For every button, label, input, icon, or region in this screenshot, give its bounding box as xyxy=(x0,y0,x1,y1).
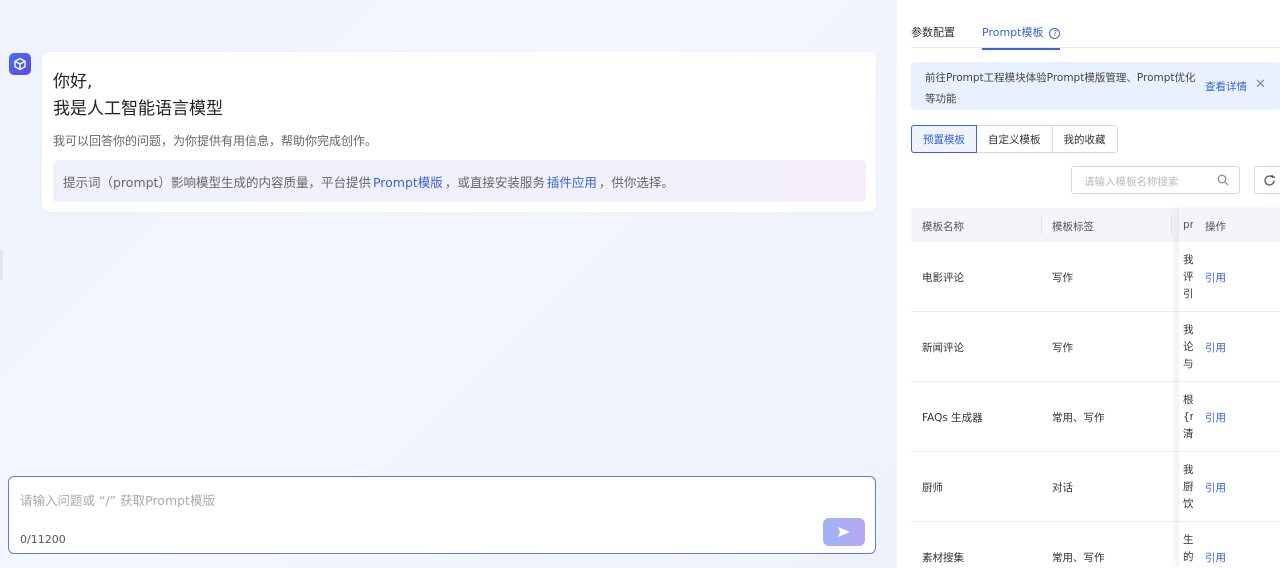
template-name: 素材搜集 xyxy=(922,552,964,564)
greeting-line-2: 我是人工智能语言模型 xyxy=(53,99,223,119)
template-search-input[interactable]: 请输入模板名称搜索 xyxy=(1071,166,1240,194)
search-icon[interactable] xyxy=(1217,174,1229,186)
cite-button[interactable]: 引用 xyxy=(1205,480,1226,495)
prompt-panel: 参数配置 Prompt模板? 前往Prompt工程模块体验Prompt模版管理、… xyxy=(897,0,1280,568)
template-name: 新闻评论 xyxy=(922,342,964,354)
col-header-action: 操作 xyxy=(1205,221,1226,233)
segment-custom[interactable]: 自定义模板 xyxy=(976,125,1053,153)
welcome-card: 你好, 我是人工智能语言模型 我可以回答你的问题，为你提供有用信息，帮助你完成创… xyxy=(42,52,876,212)
template-prompt: 我论与 xyxy=(1183,324,1193,370)
refresh-icon xyxy=(1263,174,1275,186)
table-row: FAQs 生成器 常用、写作 根{n清 引用 xyxy=(911,382,1280,452)
col-header-tags: 模板标签 xyxy=(1052,221,1094,233)
plugin-app-link[interactable]: 插件应用 xyxy=(547,172,597,191)
template-name: FAQs 生成器 xyxy=(922,412,983,424)
tip-suffix: ，供你选择。 xyxy=(598,174,674,190)
search-placeholder: 请输入模板名称搜索 xyxy=(1084,176,1179,188)
tip-middle: ，或直接安装服务 xyxy=(444,174,545,190)
chat-area: 你好, 我是人工智能语言模型 我可以回答你的问题，为你提供有用信息，帮助你完成创… xyxy=(0,0,897,568)
cite-button[interactable]: 引用 xyxy=(1205,410,1226,425)
tabs-divider xyxy=(911,47,1280,48)
col-header-prompt: pr xyxy=(1183,219,1193,231)
table-row: 新闻评论 写作 我论与 引用 xyxy=(911,312,1280,382)
notice-text: 前往Prompt工程模块体验Prompt模版管理、Prompt优化等功能 xyxy=(925,72,1196,105)
template-tags: 写作 xyxy=(1052,272,1073,284)
send-button[interactable] xyxy=(823,518,865,546)
table-row: 素材搜集 常用、写作 生的 引用 xyxy=(911,522,1280,568)
col-divider xyxy=(1171,216,1172,234)
cite-button[interactable]: 引用 xyxy=(1205,270,1226,285)
send-icon xyxy=(838,527,850,537)
template-prompt: 我评引 xyxy=(1183,254,1193,300)
tab-prompt-templates[interactable]: Prompt模板? xyxy=(982,24,1061,50)
tip-prefix: 提示词（prompt）影响模型生成的内容质量，平台提供 xyxy=(63,174,371,190)
template-name: 厨师 xyxy=(922,482,943,494)
template-tags: 对话 xyxy=(1052,482,1073,494)
close-icon[interactable]: ✕ xyxy=(1255,78,1267,91)
template-prompt: 我厨饮 xyxy=(1183,464,1193,510)
template-tags: 常用、写作 xyxy=(1052,412,1105,424)
col-header-name: 模板名称 xyxy=(922,221,964,233)
table-row: 电影评论 写作 我评引 引用 xyxy=(911,242,1280,312)
template-tags: 常用、写作 xyxy=(1052,552,1105,564)
char-counter: 0/11200 xyxy=(20,533,66,546)
help-icon[interactable]: ? xyxy=(1049,28,1061,39)
chat-input-placeholder: 请输入问题或 “/” 获取Prompt模版 xyxy=(20,493,215,508)
greeting-line-1: 你好, xyxy=(53,72,93,92)
template-table: 模板名称 模板标签 pr 操作 电影评论 写作 我评引 引用 新闻评论 写作 我… xyxy=(911,208,1280,568)
template-segment: 预置模板 自定义模板 我的收藏 xyxy=(911,125,1118,153)
greeting-subtitle: 我可以回答你的问题，为你提供有用信息，帮助你完成创作。 xyxy=(53,134,378,148)
bot-avatar-icon xyxy=(9,53,31,75)
prompt-tip: 提示词（prompt）影响模型生成的内容质量，平台提供 Prompt模版 ，或直… xyxy=(53,160,866,202)
cite-button[interactable]: 引用 xyxy=(1205,550,1226,565)
prompt-template-link[interactable]: Prompt模版 xyxy=(373,172,443,191)
cite-button[interactable]: 引用 xyxy=(1205,340,1226,355)
template-prompt: 生的 xyxy=(1183,534,1193,563)
col-divider xyxy=(1041,216,1042,234)
tab-params[interactable]: 参数配置 xyxy=(911,24,955,46)
table-header: 模板名称 模板标签 pr 操作 xyxy=(911,208,1280,242)
segment-favorites[interactable]: 我的收藏 xyxy=(1051,125,1118,153)
notice-banner: 前往Prompt工程模块体验Prompt模版管理、Prompt优化等功能 查看详… xyxy=(911,62,1280,110)
segment-preset[interactable]: 预置模板 xyxy=(911,125,977,153)
refresh-button[interactable] xyxy=(1254,166,1280,194)
notice-details-link[interactable]: 查看详情 xyxy=(1205,79,1247,94)
table-row: 厨师 对话 我厨饮 引用 xyxy=(911,452,1280,522)
template-prompt: 根{n清 xyxy=(1183,394,1193,440)
chat-input[interactable]: 请输入问题或 “/” 获取Prompt模版 0/11200 xyxy=(8,476,876,554)
panel-tabs: 参数配置 Prompt模板? xyxy=(911,24,1087,50)
template-name: 电影评论 xyxy=(922,272,964,284)
template-tags: 写作 xyxy=(1052,342,1073,354)
sidebar-toggle-handle[interactable] xyxy=(0,250,3,280)
